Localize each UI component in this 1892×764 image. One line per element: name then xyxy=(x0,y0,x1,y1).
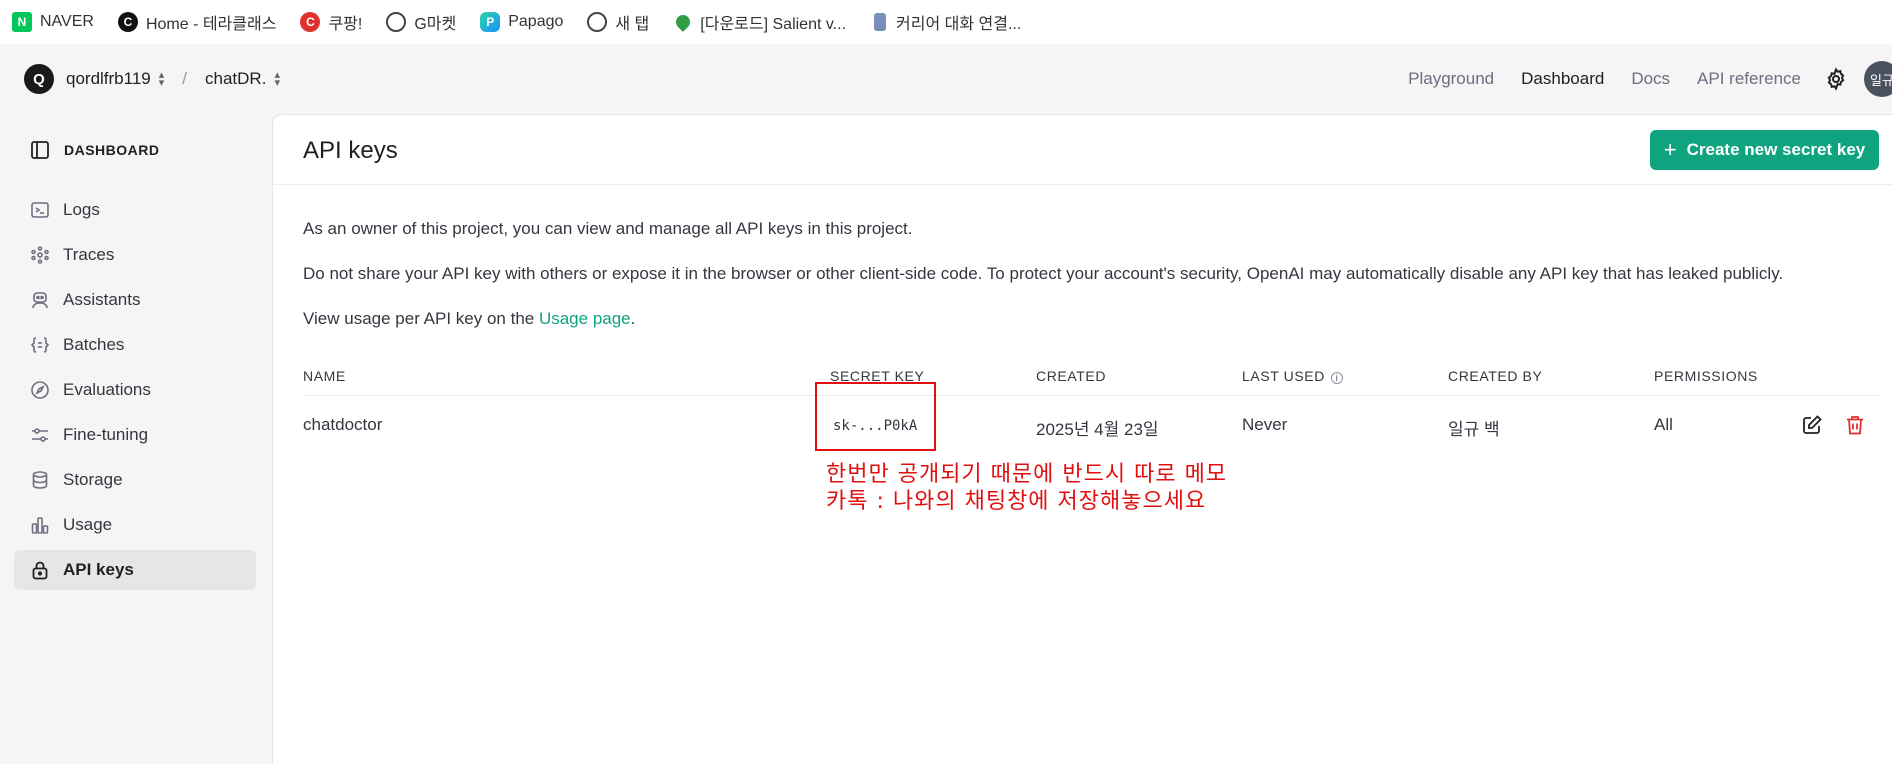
sidebar-item-usage[interactable]: Usage xyxy=(14,505,256,545)
top-nav: Q qordlfrb119 ▴ ▾ / chatDR. ▴ ▾ Playground… xyxy=(0,44,1892,114)
column-header-last-used-label: LAST USED xyxy=(1242,368,1325,384)
robot-icon xyxy=(32,292,48,309)
owner-description: As an owner of this project, you can vie… xyxy=(303,219,913,238)
column-header-name: NAME xyxy=(303,368,346,384)
chevron-updown-icon[interactable]: ▴ ▾ xyxy=(274,70,280,89)
sidebar-item-label: Usage xyxy=(63,515,113,534)
sidebar-item-label: Fine-tuning xyxy=(63,425,149,444)
nav-dashboard[interactable]: Dashboard xyxy=(1521,69,1604,89)
annotation-line-2: 카톡 : 나와의 채팅창에 저장해놓으세요 xyxy=(826,489,1207,514)
usage-hint-suffix: . xyxy=(630,309,636,328)
bookmark-salient[interactable]: [다운로드] Salient v... xyxy=(673,10,846,34)
sidebar-item-label: Logs xyxy=(63,200,100,219)
org-avatar[interactable]: Q xyxy=(24,64,54,94)
sidebar-item-label: Assistants xyxy=(63,290,141,309)
plus-icon: + xyxy=(1663,137,1677,162)
column-header-permissions: PERMISSIONS xyxy=(1654,368,1758,384)
nav-links: Playground Dashboard Docs API reference … xyxy=(1408,44,1892,114)
cell-created: 2025년 4월 23일 xyxy=(1036,420,1159,439)
bookmark-label: NAVER xyxy=(40,13,94,30)
bookmark-terraclass[interactable]: C Home - 테라클래스 xyxy=(117,10,277,34)
sidebar-item-storage[interactable]: Storage xyxy=(14,460,256,500)
database-icon xyxy=(32,471,48,489)
drop-icon xyxy=(673,12,694,32)
traces-icon xyxy=(31,246,49,264)
cell-created-by: 일규 백 xyxy=(1448,420,1500,439)
column-header-created-by: CREATED BY xyxy=(1448,368,1543,384)
sidebar-item-fine-tuning[interactable]: Fine-tuning xyxy=(14,415,256,455)
sidebar-item-logs[interactable]: Logs xyxy=(14,190,256,230)
table-divider xyxy=(303,395,1879,396)
project-switcher[interactable]: chatDR. xyxy=(205,69,266,89)
nav-playground[interactable]: Playground xyxy=(1408,69,1494,89)
user-avatar[interactable]: 일규 xyxy=(1864,61,1892,97)
org-switcher[interactable]: qordlfrb119 xyxy=(66,69,151,89)
bookmark-label: 새 탭 xyxy=(615,16,650,33)
papago-icon: P xyxy=(480,12,501,32)
bookmark-coupang[interactable]: C 쿠팡! xyxy=(300,10,362,34)
bookmark-gmarket[interactable]: G마켓 xyxy=(386,10,456,34)
usage-hint: View usage per API key on the Usage page… xyxy=(303,309,635,329)
sidebar-item-batches[interactable]: Batches xyxy=(14,325,256,365)
sliders-icon xyxy=(32,428,48,442)
bookmark-new-tab[interactable]: 새 탭 xyxy=(587,10,649,34)
breadcrumb-separator: / xyxy=(182,69,188,88)
main-panel: API keys + Create new secret key As an o… xyxy=(272,114,1892,764)
sidebar-item-evaluations[interactable]: Evaluations xyxy=(14,370,256,410)
bookmark-papago[interactable]: P Papago xyxy=(480,12,563,32)
create-secret-key-label: Create new secret key xyxy=(1686,140,1866,159)
chevron-updown-icon[interactable]: ▴ ▾ xyxy=(159,70,165,89)
cell-last-used: Never xyxy=(1242,415,1288,434)
naver-icon: N xyxy=(12,12,32,32)
terminal-icon xyxy=(31,202,49,218)
nav-api-reference[interactable]: API reference xyxy=(1697,69,1801,89)
jar-icon xyxy=(874,13,887,31)
bookmark-label: G마켓 xyxy=(414,16,457,33)
bookmark-career[interactable]: 커리어 대화 연결... xyxy=(870,10,1021,34)
edit-icon[interactable] xyxy=(1801,414,1823,436)
sidebar: DASHBOARD Logs Traces Assistants Batches… xyxy=(0,114,272,764)
secret-key-highlight xyxy=(815,382,936,451)
usage-page-link[interactable]: Usage page xyxy=(539,309,631,328)
globe-icon xyxy=(386,12,407,32)
lock-icon xyxy=(32,561,48,580)
globe-icon xyxy=(587,12,608,32)
bookmark-label: [다운로드] Salient v... xyxy=(700,16,847,33)
bookmark-naver[interactable]: N NAVER xyxy=(12,12,94,32)
bookmark-label: 쿠팡! xyxy=(328,16,363,33)
cell-name: chatdoctor xyxy=(303,415,383,434)
sidebar-item-label: Traces xyxy=(63,245,115,264)
usage-hint-prefix: View usage per API key on the xyxy=(303,309,539,328)
trash-icon[interactable] xyxy=(1844,414,1866,436)
gear-icon[interactable] xyxy=(1824,67,1848,91)
bookmark-label: Home - 테라클래스 xyxy=(145,16,277,33)
braces-icon xyxy=(30,337,50,353)
sidebar-item-label: API keys xyxy=(63,560,134,579)
create-secret-key-button[interactable]: + Create new secret key xyxy=(1650,130,1879,170)
nav-docs[interactable]: Docs xyxy=(1631,69,1670,89)
coupang-icon: C xyxy=(300,12,321,32)
sidebar-item-label: Storage xyxy=(63,470,123,489)
compass-icon xyxy=(31,381,49,399)
sidebar-item-assistants[interactable]: Assistants xyxy=(14,280,256,320)
sidebar-item-label: Batches xyxy=(63,335,125,354)
cell-permissions: All xyxy=(1654,415,1673,434)
bookmarks-bar: N NAVER C Home - 테라클래스 C 쿠팡! G마켓 P Papag… xyxy=(0,0,1892,44)
bar-chart-icon xyxy=(31,517,49,534)
sidebar-toggle-icon[interactable] xyxy=(30,140,50,160)
sidebar-item-api-keys[interactable]: API keys xyxy=(14,550,256,590)
column-header-created: CREATED xyxy=(1036,368,1107,384)
terraclass-icon: C xyxy=(117,12,138,32)
sidebar-item-traces[interactable]: Traces xyxy=(14,235,256,275)
info-icon[interactable]: i xyxy=(1330,372,1343,384)
header-divider xyxy=(273,184,1892,185)
bookmark-label: Papago xyxy=(508,13,564,30)
sidebar-heading-label: DASHBOARD xyxy=(64,142,160,158)
bookmark-label: 커리어 대화 연결... xyxy=(896,16,1022,33)
sidebar-item-label: Evaluations xyxy=(63,380,151,399)
column-header-last-used: LAST USED i xyxy=(1242,368,1343,384)
sidebar-heading: DASHBOARD xyxy=(0,114,272,186)
page-title: API keys xyxy=(303,137,398,164)
security-warning: Do not share your API key with others or… xyxy=(303,264,1784,283)
